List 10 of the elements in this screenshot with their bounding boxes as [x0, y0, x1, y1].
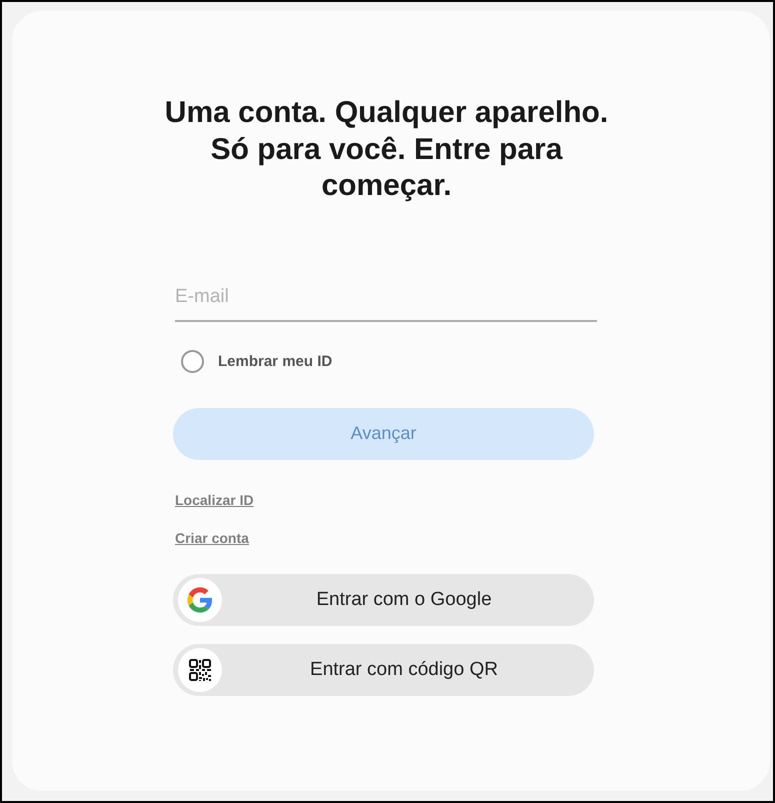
- text-link[interactable]: Criar conta: [175, 528, 249, 546]
- qr-sign-in-button[interactable]: Entrar com código QR: [173, 644, 594, 696]
- g-logo-icon: [178, 578, 222, 622]
- google-sign-in-button[interactable]: Entrar com o Google: [173, 574, 594, 626]
- text-link[interactable]: Localizar ID: [175, 490, 254, 508]
- remember-radio[interactable]: [181, 350, 204, 373]
- email-field[interactable]: E-mail: [175, 274, 597, 322]
- remember-label[interactable]: Lembrar meu ID: [218, 353, 332, 370]
- page-heading: Uma conta. Qualquer aparelho. Só para você. Entre para começar.: [164, 95, 610, 204]
- qr-code-icon: [178, 648, 222, 692]
